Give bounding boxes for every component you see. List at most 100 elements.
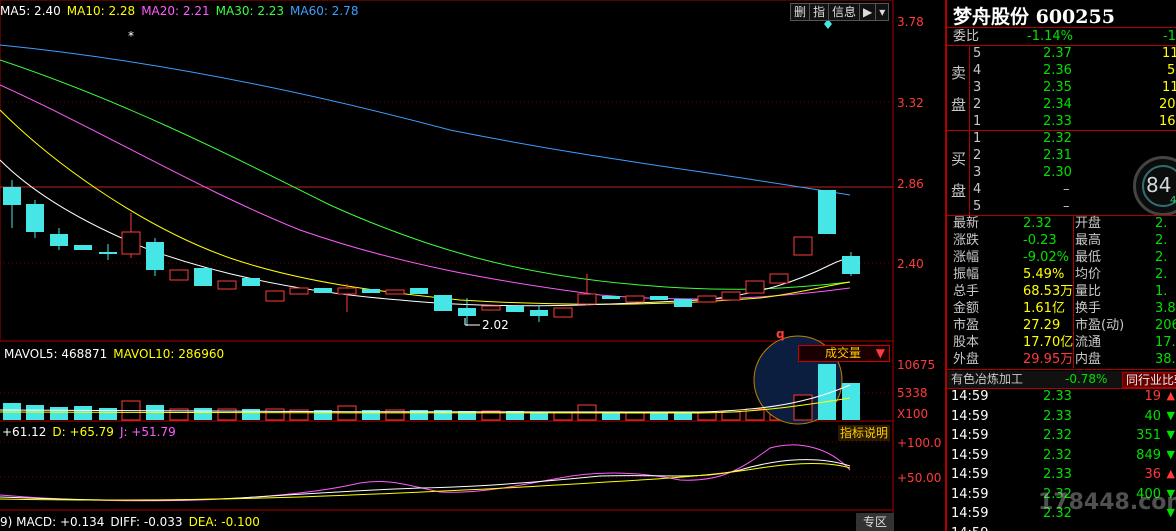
quote-label: 金额: [953, 301, 980, 316]
sell-volume: 5: [1167, 63, 1176, 78]
tick-volume: 36: [1144, 467, 1161, 482]
gauge-sub-value: 46: [1170, 195, 1176, 206]
buy-price: 2.32: [1043, 131, 1072, 146]
industry-bar: 有色冶炼加工 -0.78% 同行业比较: [947, 371, 1176, 388]
zone-button[interactable]: 专区: [856, 513, 894, 531]
weibi-right: -1: [1163, 29, 1176, 44]
q-marker: q: [776, 327, 785, 341]
sell-price: 2.33: [1043, 114, 1072, 129]
price-axis-label: 3.78: [897, 15, 924, 29]
kdj-lines: [0, 444, 851, 502]
sell-level: 3: [973, 80, 982, 95]
quote-value: 68.53万: [1023, 284, 1074, 299]
volume-indicator-label: 成交量: [825, 346, 862, 360]
volume-indicator-select[interactable]: 成交量 ▼: [798, 345, 890, 362]
quote-value: 1.61亿: [1023, 301, 1065, 316]
quote-label: 外盘: [953, 352, 980, 367]
tick-time: 14:59: [951, 408, 989, 424]
indicator-help-button[interactable]: 指标说明: [838, 425, 891, 441]
sell-level: 1: [973, 114, 982, 129]
volume-axis-label: 5338: [897, 386, 928, 400]
price-axis-label: 2.86: [897, 177, 924, 191]
quote-value: 17.70: [1155, 335, 1176, 350]
quote-value: 29.95万: [1023, 352, 1074, 367]
quote-panel: 梦舟股份 600255 委比 -1.14% -1 卖 盘 5 2.37 11 4…: [945, 0, 1176, 531]
ma5-label: MA5: 2.40: [0, 4, 61, 18]
arrow-down-icon: ▼: [1166, 428, 1175, 441]
dropdown-icon[interactable]: ▾: [876, 4, 888, 20]
quote-label: 最高: [1075, 233, 1102, 248]
volume-axis-label: 10675: [897, 358, 936, 372]
quote-value: 2.: [1155, 233, 1168, 248]
tick-time: 14:59: [951, 467, 989, 482]
sell-level: 2: [973, 97, 982, 112]
ma60-label: MA60: 2.78: [290, 4, 359, 18]
tick-row: 14:59 2.33 36 ▲: [951, 467, 1176, 486]
quote-label: 股本: [953, 335, 980, 350]
macd-legend: 9) MACD: +0.134 DIFF: -0.033 DEA: -0.100: [0, 515, 266, 529]
tick-row: 14:59: [951, 526, 1176, 531]
quote-label: 总手: [953, 284, 980, 299]
indicator-button[interactable]: 指: [810, 4, 830, 20]
buy-label: 盘: [951, 182, 967, 200]
quote-value: 2.: [1155, 250, 1168, 265]
tick-time: 14:59: [951, 506, 989, 521]
quote-value: 2.: [1155, 267, 1168, 282]
mavol10-label: MAVOL10: 286960: [113, 347, 225, 361]
low-price-marker: 2.02: [482, 318, 509, 332]
sell-volume: 16: [1159, 114, 1176, 129]
tick-time: 14:59: [951, 447, 989, 463]
industry-change: -0.78%: [1065, 372, 1108, 386]
chart-canvas[interactable]: *: [0, 0, 894, 531]
macd-dea-label: DEA: -0.100: [188, 515, 260, 529]
sell-price: 2.34: [1043, 97, 1072, 112]
sell-level: 4: [973, 63, 982, 78]
quote-label: 量比: [1075, 284, 1102, 299]
weibi-label: 委比: [953, 29, 980, 44]
macd-label: 9) MACD: +0.134: [0, 515, 105, 529]
candles[interactable]: [3, 180, 860, 326]
quote-value: 5.49%: [1023, 267, 1065, 282]
quote-value: -0.23: [1023, 233, 1057, 248]
tick-price: 2.32: [1043, 428, 1072, 443]
kdj-legend: +61.12 D: +65.79 J: +51.79: [2, 425, 182, 439]
buy-label: 买: [951, 150, 967, 168]
chart-toolbar: 删 指 信息 ▶ ▾: [790, 3, 890, 21]
quote-label: 市盈(动): [1075, 318, 1125, 333]
macd-diff-label: DIFF: -0.033: [110, 515, 183, 529]
ma10-label: MA10: 2.28: [66, 4, 136, 18]
buy-level: 1: [973, 131, 982, 146]
sell-level: 5: [973, 46, 982, 61]
quote-label: 最新: [953, 216, 980, 231]
kdj-axis-label: +100.0: [897, 436, 942, 450]
tick-price: 2.32: [1043, 447, 1072, 463]
arrow-down-icon: ▼: [1166, 447, 1175, 461]
industry-compare-button[interactable]: 同行业比较: [1122, 372, 1176, 388]
quote-value: 2.32: [1023, 216, 1052, 231]
tick-time: 14:59: [951, 486, 989, 502]
gauge-widget[interactable]: 84 46: [1133, 156, 1176, 216]
sell-price: 2.35: [1043, 80, 1072, 95]
quote-value: 1.: [1155, 284, 1168, 299]
tick-price: 2.33: [1043, 467, 1072, 482]
tick-row: 14:59 2.32 849 ▼: [951, 448, 1176, 467]
mavol5-label: MAVOL5: 468871: [4, 347, 108, 361]
quote-label: 均价: [1075, 267, 1102, 282]
info-button[interactable]: 信息: [829, 4, 861, 20]
tick-price: 2.33: [1043, 389, 1072, 404]
buy-level: 2: [973, 148, 982, 163]
volume-legend: MAVOL5: 468871 MAVOL10: 286960: [4, 347, 230, 361]
tick-volume: 849: [1136, 447, 1161, 463]
delete-button[interactable]: 删: [791, 4, 811, 20]
kline-chart-area[interactable]: * MA5: 2.40 MA10: 2.28 MA20: 2.21 MA30: …: [0, 0, 941, 531]
sell-label: 盘: [951, 96, 967, 114]
tick-row: 14:59 2.33 19 ▲: [951, 389, 1176, 408]
quote-value: 17.70亿: [1023, 335, 1074, 350]
play-icon[interactable]: ▶: [860, 4, 877, 20]
tick-row: 14:59 2.33 40 ▼: [951, 409, 1176, 428]
buy-level: 3: [973, 165, 982, 180]
buy-price: 2.31: [1043, 148, 1072, 163]
quote-label: 开盘: [1075, 216, 1102, 231]
quote-label: 涨幅: [953, 250, 980, 265]
sell-volume: 11: [1162, 46, 1176, 61]
